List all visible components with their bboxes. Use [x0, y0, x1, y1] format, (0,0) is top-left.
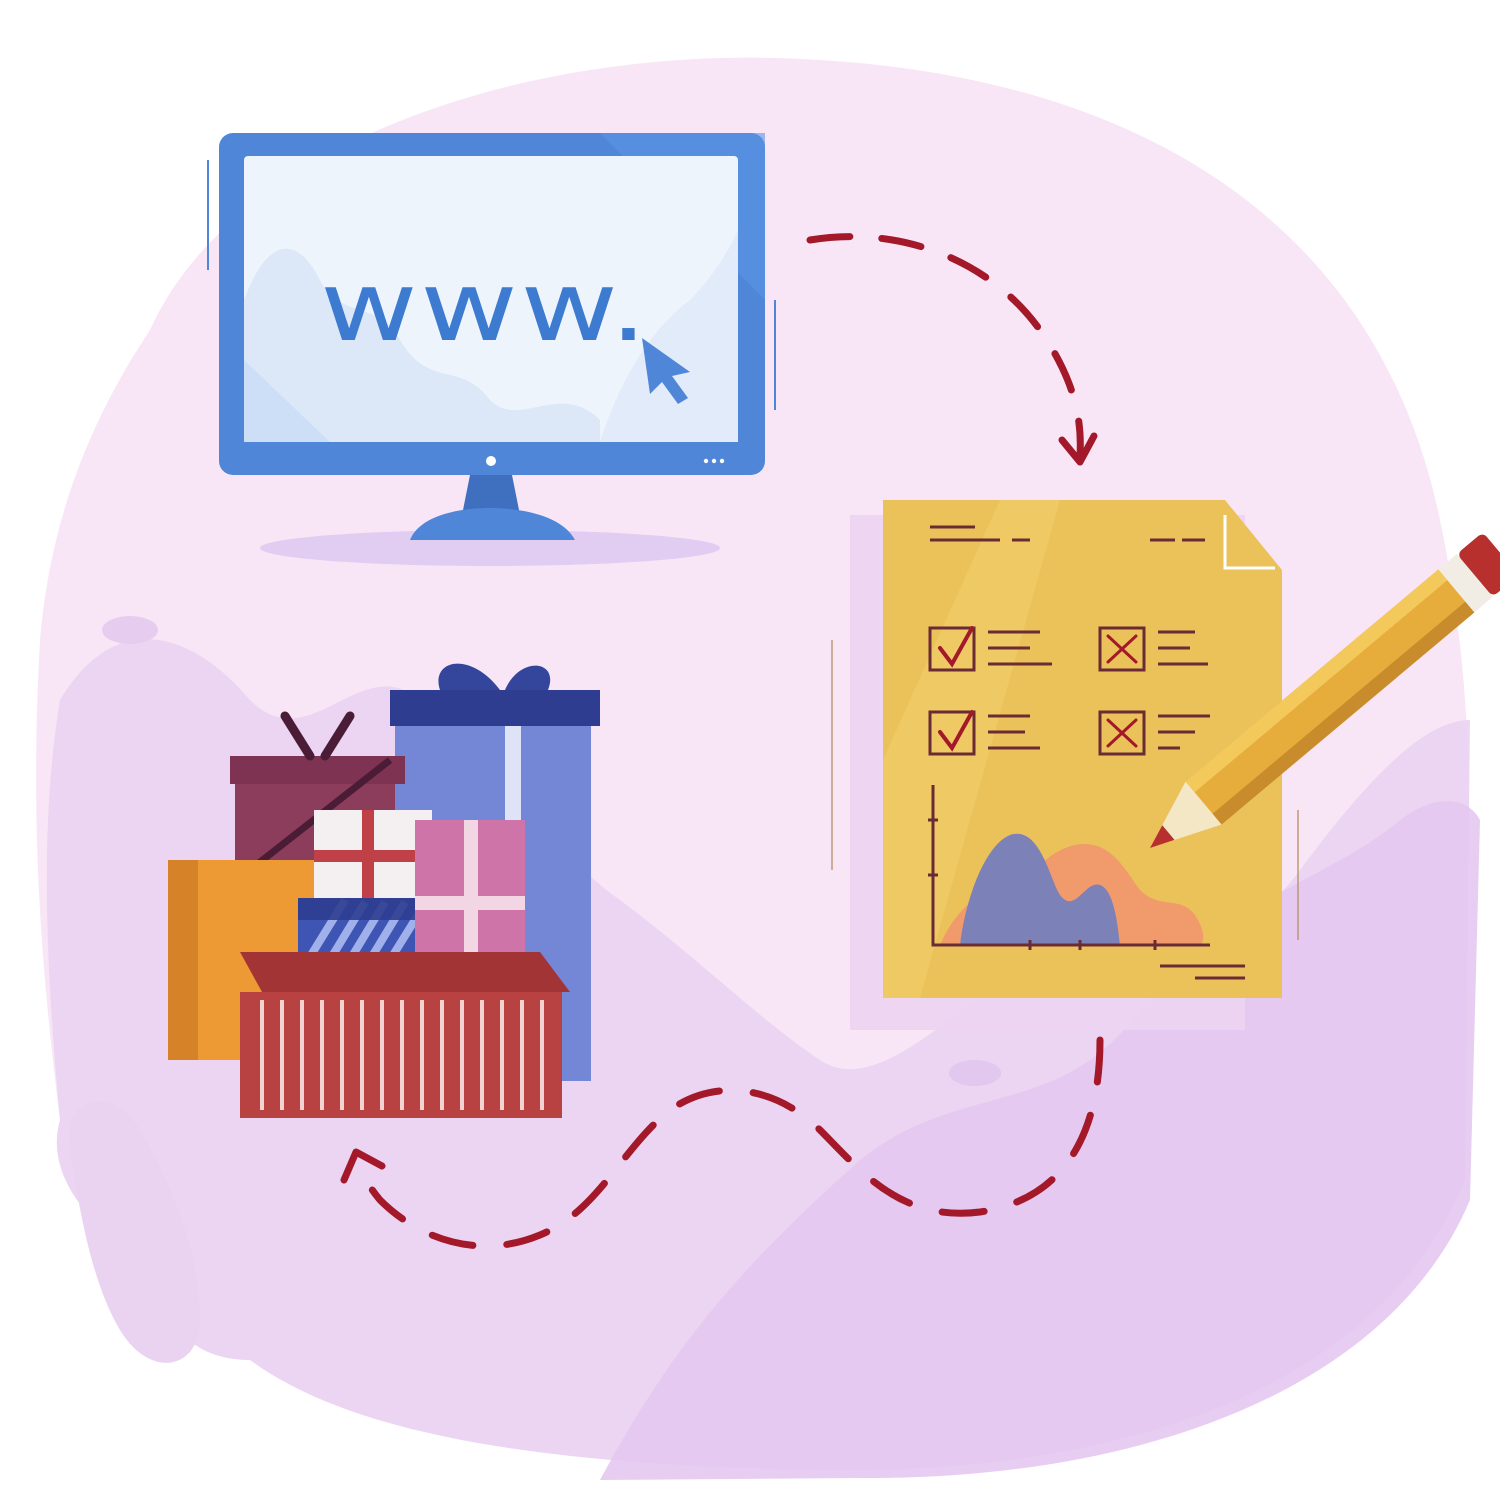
gift-box-pink-ribbon-h: [415, 896, 525, 910]
gift-box-red-stripes: [260, 1000, 544, 1110]
monitor-indicator: [711, 458, 717, 464]
gift-box-blue-lid: [390, 690, 600, 726]
monitor-power-button: [486, 456, 496, 466]
gift-box-orange-side: [168, 860, 198, 1060]
gift-box-white-ribbon-h: [314, 850, 432, 862]
background-dot: [949, 1060, 1001, 1086]
gift-box-striped-lid: [298, 898, 418, 920]
process-illustration: www.: [36, 57, 1500, 1480]
gift-box-red-lid: [240, 952, 570, 992]
monitor-screen-text: www.: [320, 251, 650, 363]
monitor-indicator: [703, 458, 709, 464]
monitor-indicator: [719, 458, 725, 464]
background-dot: [102, 616, 158, 644]
